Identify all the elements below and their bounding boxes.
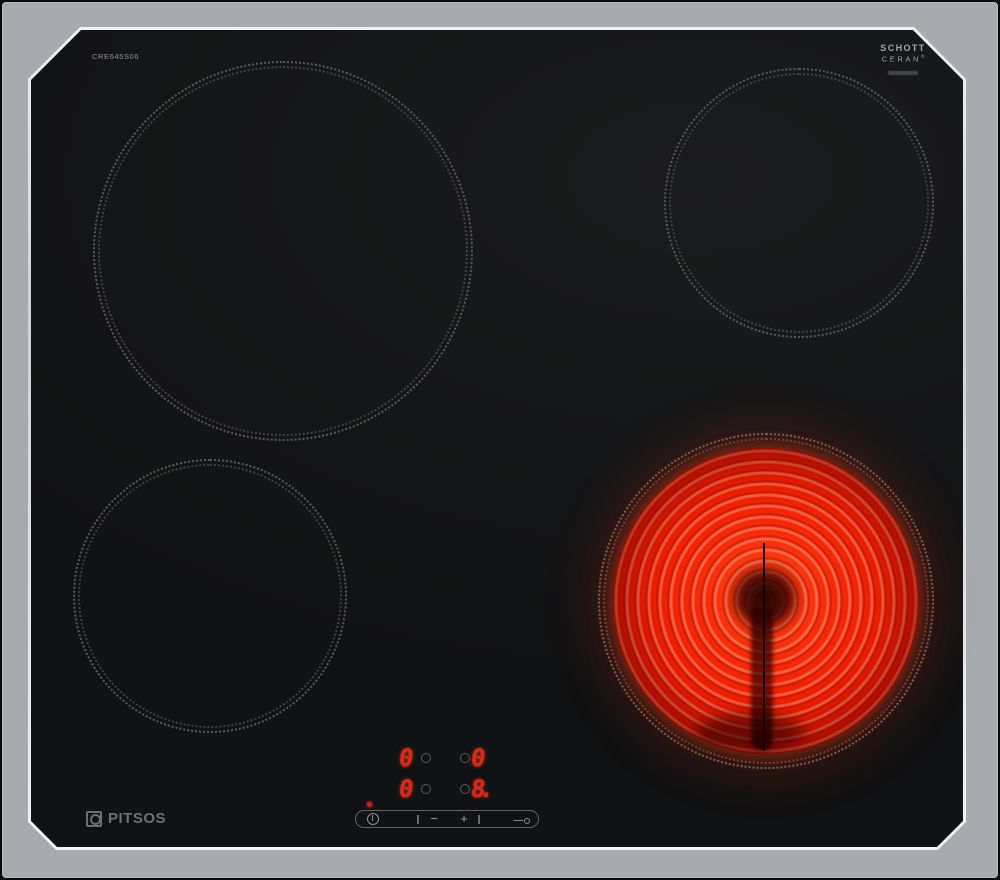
schott-logo-line2: CERAN® [881,54,925,64]
cooking-zone-front-left [73,459,347,733]
control-divider [478,815,480,824]
key-bow [524,817,530,824]
touch-control-strip: − + [355,810,539,828]
pitsos-emblem-icon [86,810,102,827]
display-zone-front-right: 8. [469,775,490,803]
power-on-led [367,802,372,807]
zone-select-indicator-rear-left [421,753,431,763]
zone-select-indicator-rear-right [460,753,470,763]
key-shaft [514,819,523,822]
element-dark-smudge [695,714,805,752]
schott-ceran-logo: SCHOTT CERAN® [876,43,930,75]
zone-select-indicator-front-right [460,784,470,794]
plus-key[interactable]: + [452,811,476,826]
cooking-zone-rear-right [664,68,934,338]
schott-smallprint-text [888,70,918,75]
pitsos-logo: PITSOS [86,810,166,827]
registered-mark: ® [920,54,925,59]
pitsos-wordmark: PITSOS [108,810,167,827]
display-zone-rear-left: 0 [397,744,416,772]
zone-select-indicator-front-left [421,784,431,794]
display-zone-front-left: 0 [397,775,416,803]
model-number-label: CRE645S06 [92,52,140,61]
minus-key[interactable]: − [422,811,446,826]
display-zone-rear-right: 0 [469,744,488,772]
child-lock-key-icon[interactable] [514,817,530,824]
schott-logo-line1: SCHOTT [880,43,926,53]
cooking-zone-rear-left [93,61,473,441]
active-radiant-element [613,448,919,754]
cooktop: CRE645S06 SCHOTT CERAN® PITSOS 0 0 0 8. … [0,0,1000,880]
power-icon[interactable] [367,812,379,825]
control-divider [417,815,419,824]
